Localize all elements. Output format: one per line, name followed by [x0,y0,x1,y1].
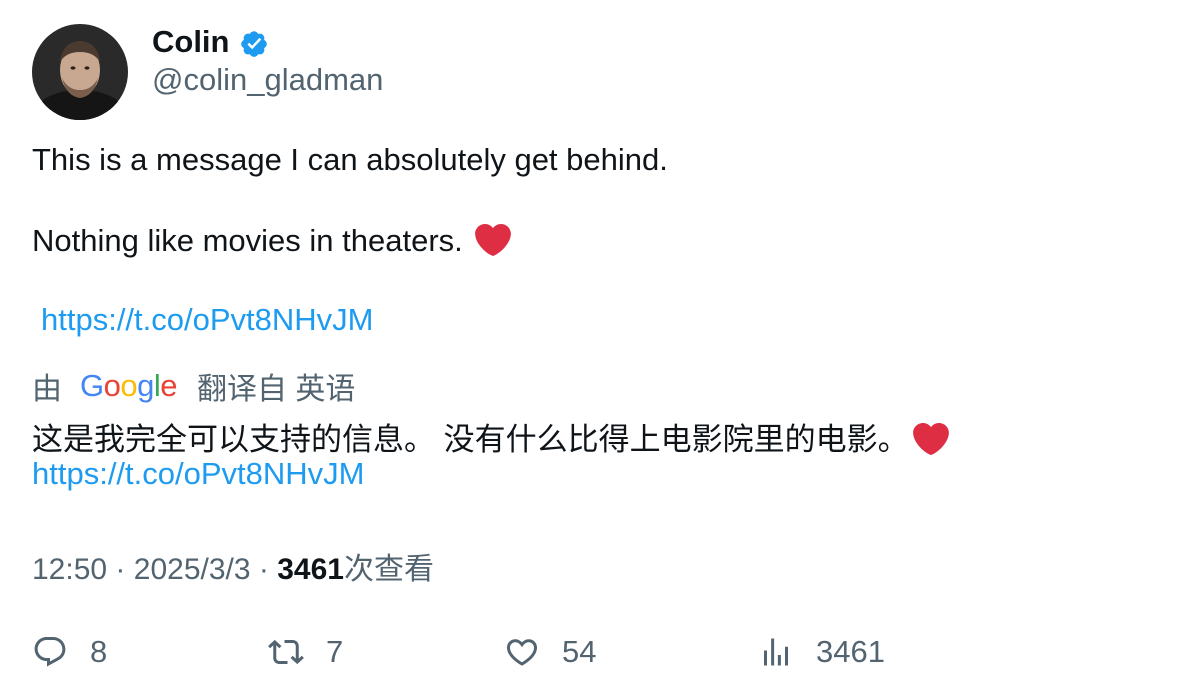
meta-separator: · [115,553,126,586]
tweet-time[interactable]: 12:50 [32,553,107,586]
translation-prefix: 由 [32,373,62,406]
translated-text: 这是我完全可以支持的信息。 没有什么比得上电影院里的电影。 [32,414,949,459]
heart-emoji-icon [912,421,949,457]
translated-link[interactable]: https://t.co/oPvt8NHvJM [32,456,365,491]
translation-header: 由 Google 翻译自 英语 [32,366,355,406]
tweet-text-line-1: This is a message I can absolutely get b… [32,142,668,177]
views-action-count: 3461 [816,634,885,669]
tweet-meta: 12:50 · 2025/3/3 · 3461次查看 [32,544,434,588]
tweet-link-row: https://t.co/oPvt8NHvJM [41,302,374,338]
meta-separator: · [258,553,269,586]
reply-count: 8 [90,634,108,669]
translation-suffix: 翻译自 英语 [197,373,356,406]
reply-icon [34,637,66,667]
author-name-row[interactable]: Colin [152,22,269,62]
avatar-image [32,24,128,120]
views-label: 次查看 [343,553,434,586]
reply-button[interactable]: 8 [32,632,107,672]
avatar[interactable] [32,24,128,120]
heart-emoji-icon [475,222,512,258]
tweet-text-line-2-text: Nothing like movies in theaters. [32,223,463,258]
tweet-text-line-2: Nothing like movies in theaters. [32,222,512,259]
analytics-bar-icon [764,638,788,666]
tweet-link[interactable]: https://t.co/oPvt8NHvJM [41,302,374,337]
author-handle[interactable]: @colin_gladman [152,62,383,98]
retweet-count: 7 [326,634,344,669]
retweet-button[interactable]: 7 [268,632,343,672]
translated-link-row: https://t.co/oPvt8NHvJM [32,456,365,492]
views-button[interactable]: 3461 [758,632,885,672]
retweet-icon [268,639,304,665]
verified-badge-icon[interactable] [239,29,269,59]
translated-text-body: 这是我完全可以支持的信息。 没有什么比得上电影院里的电影。 [32,422,909,457]
display-name[interactable]: Colin [152,24,230,60]
google-logo[interactable]: Google [80,368,178,404]
views-count: 3461 [277,553,344,586]
heart-icon [506,639,538,666]
like-button[interactable]: 54 [504,632,596,672]
tweet-date[interactable]: 2025/3/3 [134,553,251,586]
like-count: 54 [562,634,597,669]
